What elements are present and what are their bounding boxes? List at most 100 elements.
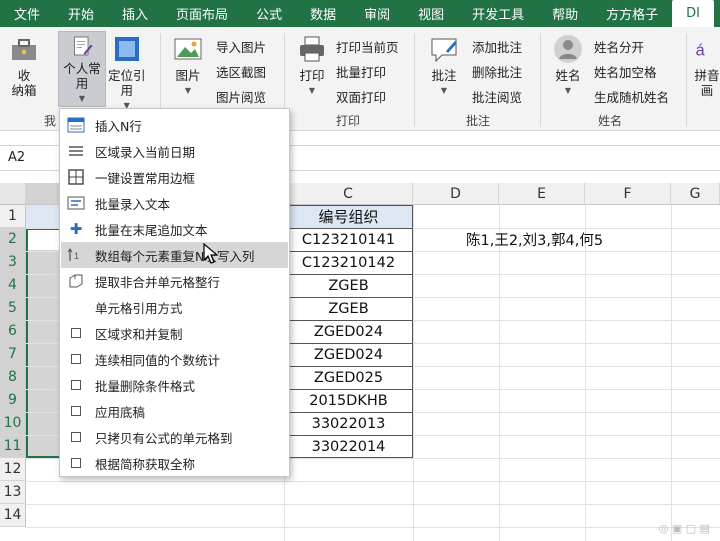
row-header-1[interactable]: 1	[0, 205, 26, 228]
cell-c1[interactable]: 编号组织	[285, 206, 412, 228]
menu-item-apply-template[interactable]: 应用底稿	[61, 398, 288, 424]
comment-browse-button[interactable]: 批注阅览	[472, 87, 522, 106]
row-header-8[interactable]: 8	[0, 366, 26, 389]
collect-box-button[interactable]: 收 纳箱	[8, 33, 40, 98]
tab-review[interactable]: 审阅	[350, 0, 404, 27]
name-add-space-button[interactable]: 姓名加空格	[594, 62, 657, 81]
tab-file[interactable]: 文件	[0, 0, 54, 27]
svg-text:á: á	[696, 42, 706, 60]
import-picture-label: 导入图片	[216, 40, 267, 55]
repeat-icon: 1	[66, 245, 86, 265]
column-header-g[interactable]: G	[671, 183, 720, 205]
cell-c11[interactable]: 33022014	[285, 435, 412, 458]
select-all-corner[interactable]	[0, 183, 26, 205]
cell-c8[interactable]: ZGED025	[285, 366, 412, 389]
row-header-4[interactable]: 4	[0, 274, 26, 297]
row-header-14[interactable]: 14	[0, 504, 26, 527]
tab-help[interactable]: 帮助	[538, 0, 592, 27]
picture-browse-button[interactable]: 图片阅览	[216, 87, 266, 106]
menu-item-repeat-array[interactable]: 1 数组每个元素重复N次写入列	[61, 242, 288, 268]
checkbox-icon[interactable]	[66, 323, 86, 343]
tab-view[interactable]: 视图	[404, 0, 458, 27]
checkbox-icon[interactable]	[66, 349, 86, 369]
cell-c7[interactable]: ZGED024	[285, 343, 412, 366]
row-header-12[interactable]: 12	[0, 458, 26, 481]
menu-item-insert-n-rows[interactable]: 插入N行	[61, 112, 288, 138]
menu-item-label: 插入N行	[95, 118, 142, 134]
menu-item-region-date[interactable]: 区域录入当前日期	[61, 138, 288, 164]
comment-button[interactable]: 批注 ▼	[428, 33, 460, 98]
tab-diy[interactable]: DI	[672, 0, 715, 27]
insert-rows-icon	[66, 115, 86, 135]
cell-c4[interactable]: ZGEB	[285, 274, 412, 297]
row-header-7[interactable]: 7	[0, 343, 26, 366]
cell-e2[interactable]: 陈1,王2,刘3,郭4,何5	[466, 230, 646, 253]
pinyin-button[interactable]: á 拼音 画	[694, 33, 720, 99]
menu-item-batch-text[interactable]: 批量录入文本	[61, 190, 288, 216]
add-comment-button[interactable]: 添加批注	[472, 37, 522, 56]
cell-c5[interactable]: ZGEB	[285, 297, 412, 320]
cell-c3[interactable]: C123210142	[285, 251, 412, 274]
import-picture-button[interactable]: 导入图片	[216, 37, 266, 56]
menu-item-sum-copy[interactable]: 区域求和并复制	[61, 320, 288, 346]
print-button[interactable]: 打印 ▼	[296, 33, 328, 98]
tab-formulas[interactable]: 公式	[242, 0, 296, 27]
comment-browse-label: 批注阅览	[472, 90, 523, 105]
picture-label: 图片	[175, 68, 201, 83]
row-header-2[interactable]: 2	[0, 228, 26, 251]
duplex-print-button[interactable]: 双面打印	[336, 87, 386, 106]
row-header-6[interactable]: 6	[0, 320, 26, 343]
delete-comment-button[interactable]: 删除批注	[472, 62, 522, 81]
name-box[interactable]: A2	[0, 146, 60, 170]
tab-developer[interactable]: 开发工具	[458, 0, 538, 27]
menu-item-delete-conditional-format[interactable]: 批量删除条件格式	[61, 372, 288, 398]
batch-print-label: 批量打印	[336, 65, 387, 80]
personal-common-label: 个人常 用	[63, 61, 101, 91]
checkbox-icon[interactable]	[66, 427, 86, 447]
cell-c2[interactable]: C123210141	[285, 228, 412, 251]
row-header-5[interactable]: 5	[0, 297, 26, 320]
print-current-page-button[interactable]: 打印当前页	[336, 37, 399, 56]
menu-item-append-text[interactable]: ✚ 批量在末尾追加文本	[61, 216, 288, 242]
column-header-e[interactable]: E	[499, 183, 585, 205]
row-header-3[interactable]: 3	[0, 251, 26, 274]
column-header-d[interactable]: D	[413, 183, 499, 205]
watermark-logo: ◎ ▣ ▢ ▤	[658, 522, 710, 535]
picture-browse-label: 图片阅览	[216, 90, 267, 105]
menu-item-extract-rows[interactable]: 提取非合并单元格整行	[61, 268, 288, 294]
picture-icon	[174, 38, 202, 60]
tab-fangfang[interactable]: 方方格子	[592, 0, 672, 27]
menu-item-label: 只拷贝有公式的单元格到	[95, 430, 233, 446]
split-name-button[interactable]: 姓名分开	[594, 37, 644, 56]
region-capture-button[interactable]: 选区截图	[216, 62, 266, 81]
row-header-9[interactable]: 9	[0, 389, 26, 412]
tab-data[interactable]: 数据	[296, 0, 350, 27]
menu-item-reference-mode[interactable]: 单元格引用方式	[61, 294, 288, 320]
tab-insert[interactable]: 插入	[108, 0, 162, 27]
checkbox-icon[interactable]	[66, 375, 86, 395]
locate-reference-button[interactable]: 定位引 用 ▼	[108, 33, 146, 113]
personal-common-button[interactable]: 个人常 用 ▼	[58, 31, 106, 107]
batch-print-button[interactable]: 批量打印	[336, 62, 386, 81]
tab-page-layout[interactable]: 页面布局	[162, 0, 242, 27]
checkbox-icon[interactable]	[66, 401, 86, 421]
blank-icon	[66, 297, 86, 317]
row-header-11[interactable]: 11	[0, 435, 26, 458]
cell-c6[interactable]: ZGED024	[285, 320, 412, 343]
column-header-f[interactable]: F	[585, 183, 671, 205]
menu-item-label: 单元格引用方式	[95, 300, 183, 316]
row-header-13[interactable]: 13	[0, 481, 26, 504]
random-name-button[interactable]: 生成随机姓名	[594, 87, 669, 106]
column-header-c[interactable]: C	[284, 183, 413, 205]
cell-c10[interactable]: 33022013	[285, 412, 412, 435]
menu-item-full-name-lookup[interactable]: 根据简称获取全称	[61, 450, 288, 476]
menu-item-copy-formula-cells[interactable]: 只拷贝有公式的单元格到	[61, 424, 288, 450]
tab-home[interactable]: 开始	[54, 0, 108, 27]
name-button[interactable]: 姓名 ▼	[552, 33, 584, 98]
picture-button[interactable]: 图片 ▼	[172, 33, 204, 98]
menu-item-set-borders[interactable]: 一键设置常用边框	[61, 164, 288, 190]
row-header-10[interactable]: 10	[0, 412, 26, 435]
cell-c9[interactable]: 2015DKHB	[285, 389, 412, 412]
menu-item-count-consecutive[interactable]: 连续相同值的个数统计	[61, 346, 288, 372]
checkbox-icon[interactable]	[66, 453, 86, 473]
